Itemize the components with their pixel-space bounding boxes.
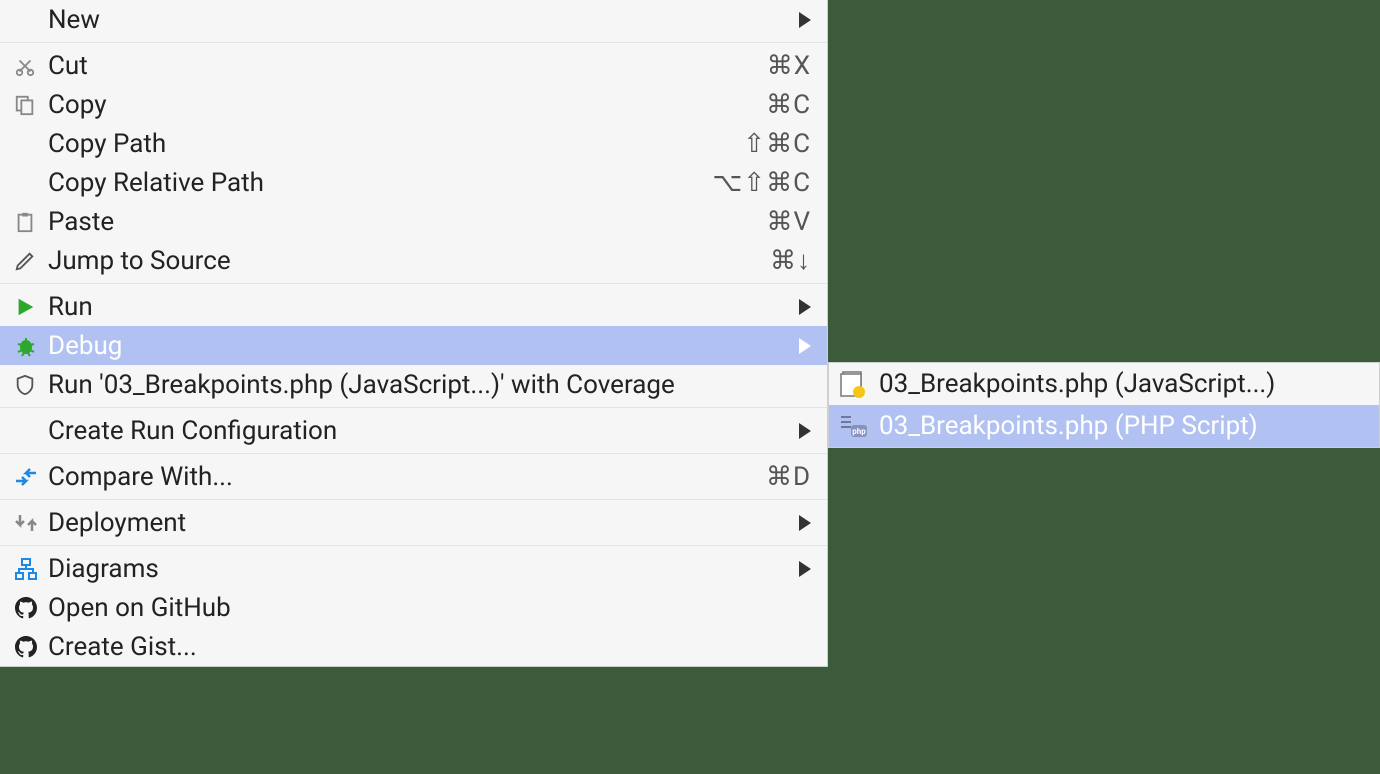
- separator: [0, 453, 827, 454]
- menu-item-deployment[interactable]: Deployment: [0, 503, 827, 542]
- chevron-right-icon: [791, 292, 811, 322]
- diagram-icon: [14, 558, 48, 580]
- menu-label: Run: [48, 292, 785, 322]
- js-file-icon: [839, 370, 879, 398]
- menu-label: Open on GitHub: [48, 593, 811, 623]
- menu-shortcut: ⌘C: [766, 90, 811, 120]
- menu-label: Copy Relative Path: [48, 168, 712, 198]
- github-icon: [14, 635, 48, 659]
- menu-shortcut: ⇧⌘C: [743, 129, 811, 159]
- separator: [0, 42, 827, 43]
- separator: [0, 499, 827, 500]
- menu-shortcut: ⌘D: [766, 462, 811, 492]
- menu-item-copy-relative-path[interactable]: Copy Relative Path ⌥⇧⌘C: [0, 163, 827, 202]
- menu-label: Create Gist...: [48, 632, 811, 662]
- separator: [0, 283, 827, 284]
- submenu-item-js-debug[interactable]: 03_Breakpoints.php (JavaScript...): [829, 363, 1379, 405]
- separator: [0, 545, 827, 546]
- paste-icon: [14, 211, 48, 233]
- submenu-label: 03_Breakpoints.php (PHP Script): [879, 411, 1363, 441]
- svg-text:php: php: [852, 427, 866, 436]
- menu-item-copy-path[interactable]: Copy Path ⇧⌘C: [0, 124, 827, 163]
- submenu-label: 03_Breakpoints.php (JavaScript...): [879, 369, 1363, 399]
- php-file-icon: php: [839, 413, 879, 439]
- menu-item-diagrams[interactable]: Diagrams: [0, 549, 827, 588]
- run-icon: [14, 296, 48, 318]
- menu-label: Debug: [48, 331, 785, 361]
- menu-item-run-coverage[interactable]: Run '03_Breakpoints.php (JavaScript...)'…: [0, 365, 827, 404]
- menu-item-new[interactable]: New: [0, 0, 827, 39]
- menu-shortcut: ⌥⇧⌘C: [712, 168, 811, 198]
- menu-label: Deployment: [48, 508, 785, 538]
- menu-item-create-run-config[interactable]: Create Run Configuration: [0, 411, 827, 450]
- chevron-right-icon: [791, 508, 811, 538]
- chevron-right-icon: [791, 5, 811, 35]
- menu-label: Cut: [48, 51, 767, 81]
- chevron-right-icon: [791, 554, 811, 584]
- menu-item-jump-to-source[interactable]: Jump to Source ⌘↓: [0, 241, 827, 280]
- menu-shortcut: ⌘V: [766, 207, 811, 237]
- menu-label: Compare With...: [48, 462, 766, 492]
- menu-item-cut[interactable]: Cut ⌘X: [0, 46, 827, 85]
- context-menu: New Cut ⌘X Copy ⌘C Copy Path ⇧⌘C Copy Re…: [0, 0, 828, 667]
- separator: [0, 407, 827, 408]
- menu-item-compare-with[interactable]: Compare With... ⌘D: [0, 457, 827, 496]
- copy-icon: [14, 94, 48, 116]
- compare-icon: [14, 467, 48, 487]
- pencil-icon: [14, 250, 48, 272]
- chevron-right-icon: [791, 416, 811, 446]
- menu-item-copy[interactable]: Copy ⌘C: [0, 85, 827, 124]
- menu-label: Copy: [48, 90, 766, 120]
- submenu-item-php-debug[interactable]: php 03_Breakpoints.php (PHP Script): [829, 405, 1379, 447]
- deployment-icon: [14, 513, 48, 533]
- menu-label: Jump to Source: [48, 246, 770, 276]
- menu-label: Paste: [48, 207, 766, 237]
- coverage-icon: [14, 374, 48, 396]
- menu-label: Run '03_Breakpoints.php (JavaScript...)'…: [48, 370, 811, 400]
- menu-label: Create Run Configuration: [48, 416, 785, 446]
- menu-item-run[interactable]: Run: [0, 287, 827, 326]
- debug-icon: [14, 334, 48, 358]
- menu-shortcut: ⌘X: [767, 51, 811, 81]
- github-icon: [14, 596, 48, 620]
- menu-item-open-on-github[interactable]: Open on GitHub: [0, 588, 827, 627]
- menu-item-debug[interactable]: Debug: [0, 326, 827, 365]
- menu-shortcut: ⌘↓: [770, 245, 811, 276]
- menu-label: Copy Path: [48, 129, 743, 159]
- menu-label: Diagrams: [48, 554, 785, 584]
- menu-label: New: [48, 5, 785, 35]
- debug-submenu: 03_Breakpoints.php (JavaScript...) php 0…: [828, 362, 1380, 448]
- menu-item-create-gist[interactable]: Create Gist...: [0, 627, 827, 666]
- cut-icon: [14, 55, 48, 77]
- menu-item-paste[interactable]: Paste ⌘V: [0, 202, 827, 241]
- chevron-right-icon: [791, 331, 811, 361]
